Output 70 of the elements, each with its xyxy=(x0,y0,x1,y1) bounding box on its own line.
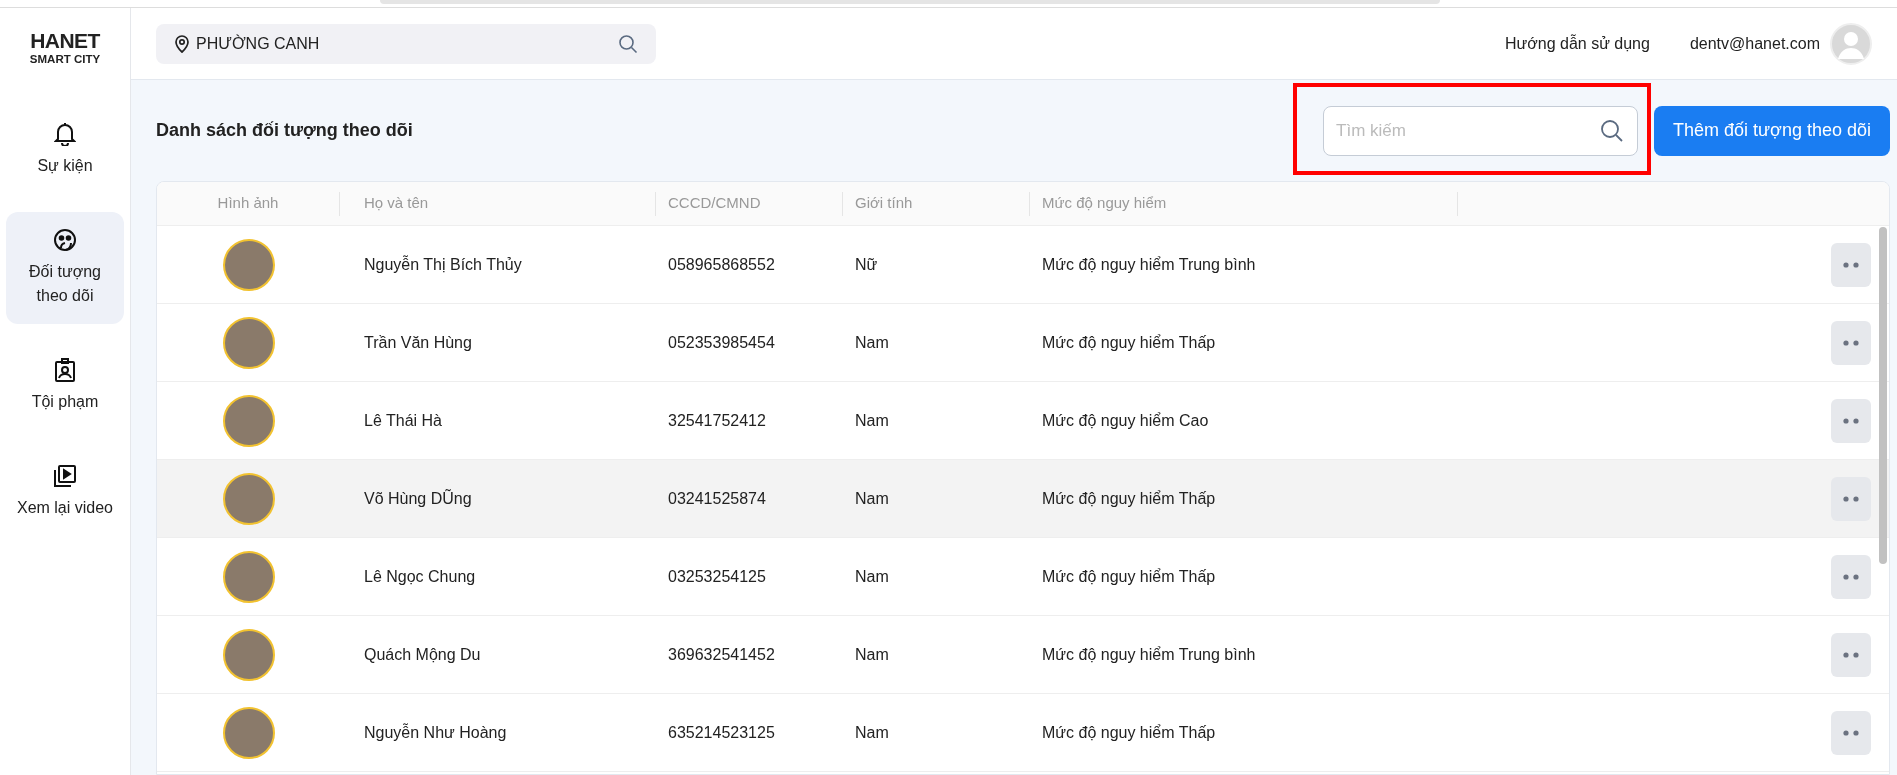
dots-icon xyxy=(1843,417,1859,424)
page-title: Danh sách đối tượng theo dõi xyxy=(156,119,414,142)
gender: Nam xyxy=(855,567,889,585)
more-options-button[interactable] xyxy=(1831,710,1871,755)
id-badge-icon xyxy=(54,357,76,382)
person-name: Quách Mộng Du xyxy=(364,645,481,663)
dots-icon xyxy=(1843,339,1859,346)
id-number: 369632541452 xyxy=(668,645,775,663)
gender: Nam xyxy=(855,645,889,663)
location-pin-icon xyxy=(174,34,190,53)
user-avatar-icon[interactable] xyxy=(1830,22,1872,65)
search-field[interactable]: Tìm kiếm xyxy=(1323,105,1639,156)
logo-wordmark: HANET xyxy=(30,30,100,51)
danger-level: Mức độ nguy hiểm Thấp xyxy=(1042,489,1216,507)
danger-level: Mức độ nguy hiểm Thấp xyxy=(1042,333,1216,351)
danger-level: Mức độ nguy hiểm Thấp xyxy=(1042,567,1216,585)
gender: Nam xyxy=(855,411,889,429)
danger-level: Mức độ nguy hiểm Thấp xyxy=(1042,723,1216,741)
sidebar-item[interactable]: Đối tượng theo dõi xyxy=(6,211,124,324)
gender: Nam xyxy=(855,333,889,351)
dots-icon xyxy=(1843,729,1859,736)
more-options-button[interactable] xyxy=(1831,554,1871,599)
column-header: CCCD/CMND xyxy=(668,193,761,214)
search-icon[interactable] xyxy=(618,33,638,54)
id-number: 635214523125 xyxy=(668,723,775,741)
location-text: PHƯỜNG CANH xyxy=(196,33,321,54)
person-name: Nguyễn Như Hoàng xyxy=(364,723,507,741)
id-number: 058965868552 xyxy=(668,255,775,273)
gender: Nam xyxy=(855,723,889,741)
id-number: 052353985454 xyxy=(668,333,775,351)
gender: Nữ xyxy=(855,255,878,273)
dots-icon xyxy=(1843,261,1859,268)
column-header: Họ và tên xyxy=(364,193,429,214)
search-icon[interactable] xyxy=(1600,118,1625,143)
person-name: Lê Ngọc Chung xyxy=(364,567,476,585)
more-options-button[interactable] xyxy=(1831,320,1871,365)
person-name: Nguyễn Thị Bích Thủy xyxy=(364,255,522,273)
table-row[interactable]: Võ Hùng DŨng 03241525874 Nam Mức độ nguy hiểm Thấp xyxy=(157,460,1889,538)
dots-icon xyxy=(1843,495,1859,502)
column-header: Hình ảnh xyxy=(217,193,279,214)
id-number: 32541752412 xyxy=(668,411,766,429)
more-options-button[interactable] xyxy=(1831,632,1871,677)
bell-icon xyxy=(54,121,76,146)
scrollbar[interactable] xyxy=(1879,227,1887,564)
dots-icon xyxy=(1843,573,1859,580)
help-link[interactable]: Hướng dẫn sử dụng xyxy=(1505,31,1650,56)
sidebar-item[interactable]: Xem lại video xyxy=(6,447,124,536)
danger-level: Mức độ nguy hiểm Trung bình xyxy=(1042,255,1256,273)
more-options-button[interactable] xyxy=(1831,476,1871,521)
more-options-button[interactable] xyxy=(1831,398,1871,443)
sidebar-item[interactable]: Sự kiện xyxy=(6,105,124,194)
id-number: 03253254125 xyxy=(668,567,766,585)
person-name: Lê Thái Hà xyxy=(364,411,442,429)
sidebar-item[interactable]: Tội phạm xyxy=(6,341,124,430)
person-name: Trần Văn Hùng xyxy=(364,333,472,351)
column-header: Mức độ nguy hiểm xyxy=(1042,193,1167,214)
face-icon xyxy=(53,227,77,252)
more-options-button[interactable] xyxy=(1831,242,1871,287)
dots-icon xyxy=(1843,651,1859,658)
logo-tagline: SMART CITY xyxy=(29,54,101,66)
id-number: 03241525874 xyxy=(668,489,766,507)
user-email[interactable]: dentv@hanet.com xyxy=(1689,31,1820,56)
add-button[interactable]: Thêm đối tượng theo dõi xyxy=(1654,105,1890,156)
gender: Nam xyxy=(855,489,889,507)
video-playlist-icon xyxy=(53,463,77,488)
column-header: Giới tính xyxy=(855,193,913,214)
person-name: Võ Hùng DŨng xyxy=(364,489,472,507)
danger-level: Mức độ nguy hiểm Cao xyxy=(1042,411,1209,429)
danger-level: Mức độ nguy hiểm Trung bình xyxy=(1042,645,1256,663)
location-field[interactable]: PHƯỜNG CANH xyxy=(156,23,656,64)
